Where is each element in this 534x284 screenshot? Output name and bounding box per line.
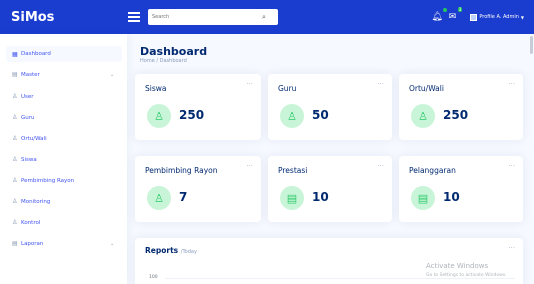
sidebar-item-kontrol[interactable]: ♙ Kontrol xyxy=(12,219,40,226)
scrollbar[interactable] xyxy=(530,36,533,54)
search-bar: ⌕ xyxy=(148,9,278,25)
card-title: Prestasi xyxy=(278,166,308,175)
profile-menu[interactable]: Profile A. Admin ▼ xyxy=(470,13,524,21)
sidebar-item-label: Siswa xyxy=(21,156,37,163)
search-input[interactable] xyxy=(152,14,262,20)
breadcrumb-separator: / xyxy=(156,58,159,64)
sidebar-item-ortu-wali[interactable]: ♙ Ortu/Wali xyxy=(12,135,47,142)
card-guru[interactable]: Guru ··· ♙ 50 xyxy=(268,74,392,140)
sidebar-item-user[interactable]: ♙ User xyxy=(12,93,34,100)
profile-name: Profile A. Admin xyxy=(479,14,519,20)
avatar xyxy=(470,13,478,21)
people-icon: ♙ xyxy=(147,186,171,210)
more-options-icon[interactable]: ··· xyxy=(508,244,515,252)
windows-activation-hint: Go to Settings to activate Windows. xyxy=(426,273,507,278)
card-value: 7 xyxy=(179,190,188,204)
main-content: Dashboard Home / Dashboard Siswa ··· ♙ 2… xyxy=(127,34,534,284)
sidebar-item-label: User xyxy=(21,93,34,100)
top-navbar: SiMos ⌕ 🔔︎ ✉3 Profile A. Admin ▼ xyxy=(0,0,534,34)
reports-subtitle: /Today xyxy=(180,249,197,255)
menu-toggle-icon[interactable] xyxy=(128,12,140,22)
card-ortu-wali[interactable]: Ortu/Wali ··· ♙ 250 xyxy=(399,74,523,140)
card-pelanggaran[interactable]: Pelanggaran ··· ▤ 10 xyxy=(399,156,523,222)
card-title: Pelanggaran xyxy=(409,166,456,175)
grid-icon: ▦ xyxy=(12,50,18,58)
document-icon: ▤ xyxy=(280,186,304,210)
card-prestasi[interactable]: Prestasi ··· ▤ 10 xyxy=(268,156,392,222)
sidebar-item-dashboard[interactable]: ▦ Dashboard xyxy=(6,46,122,62)
reports-title: Reports /Today xyxy=(145,246,197,255)
person-icon: ♙ xyxy=(12,93,18,100)
search-icon[interactable]: ⌕ xyxy=(262,13,266,22)
notification-dot xyxy=(442,8,447,12)
sidebar-item-label: Laporan xyxy=(21,240,44,247)
sidebar-item-label: Monitoring xyxy=(21,198,51,205)
more-options-icon[interactable]: ··· xyxy=(377,80,384,88)
menu-icon: ▤ xyxy=(12,240,18,247)
more-options-icon[interactable]: ··· xyxy=(508,162,515,170)
chevron-down-icon: ⌄ xyxy=(110,240,115,247)
person-icon: ♙ xyxy=(12,156,18,163)
sidebar-item-pembimbing-rayon[interactable]: ♙ Pembimbing Rayon xyxy=(12,177,74,184)
page-title: Dashboard xyxy=(140,45,208,58)
more-options-icon[interactable]: ··· xyxy=(377,162,384,170)
document-icon: ▤ xyxy=(411,186,435,210)
breadcrumb-current: Dashboard xyxy=(159,58,187,64)
sidebar-item-label: Master xyxy=(21,71,40,78)
people-icon: ♙ xyxy=(147,104,171,128)
more-options-icon[interactable]: ··· xyxy=(508,80,515,88)
chart-gridline xyxy=(165,278,515,279)
messages-icon[interactable]: ✉ 3 xyxy=(449,7,463,22)
messages-badge: 3 xyxy=(457,7,463,12)
card-title: Siswa xyxy=(145,84,167,93)
chart-y-tick: 100 xyxy=(149,275,158,280)
sidebar-item-label: Kontrol xyxy=(21,219,41,226)
person-icon: ♙ xyxy=(12,114,18,121)
card-title: Pembimbing Rayon xyxy=(145,166,218,175)
sidebar-item-master[interactable]: ▤ Master ⌄ xyxy=(12,71,114,78)
windows-activation-watermark: Activate Windows xyxy=(426,262,489,270)
notification-bell-icon[interactable]: 🔔︎ xyxy=(431,8,447,22)
breadcrumb-home[interactable]: Home xyxy=(140,58,155,64)
sidebar: ▦ Dashboard ▤ Master ⌄ ♙ User ♙ Guru ♙ O… xyxy=(0,34,127,284)
card-value: 10 xyxy=(443,190,460,204)
people-icon: ♙ xyxy=(411,104,435,128)
sidebar-item-label: Dashboard xyxy=(21,51,51,57)
card-title: Ortu/Wali xyxy=(409,84,444,93)
card-pembimbing-rayon[interactable]: Pembimbing Rayon ··· ♙ 7 xyxy=(135,156,261,222)
people-icon: ♙ xyxy=(280,104,304,128)
sidebar-item-guru[interactable]: ♙ Guru xyxy=(12,114,35,121)
person-icon: ♙ xyxy=(12,198,18,205)
sidebar-item-laporan[interactable]: ▤ Laporan ⌄ xyxy=(12,240,114,247)
person-icon: ♙ xyxy=(12,135,18,142)
card-title: Guru xyxy=(278,84,297,93)
sidebar-item-label: Pembimbing Rayon xyxy=(21,177,75,184)
card-value: 50 xyxy=(312,108,329,122)
chevron-down-icon: ⌄ xyxy=(110,71,115,78)
sidebar-item-monitoring[interactable]: ♙ Monitoring xyxy=(12,198,50,205)
breadcrumb: Home / Dashboard xyxy=(140,58,187,64)
card-siswa[interactable]: Siswa ··· ♙ 250 xyxy=(135,74,261,140)
brand-logo[interactable]: SiMos xyxy=(0,10,118,25)
card-value: 10 xyxy=(312,190,329,204)
card-value: 250 xyxy=(443,108,469,122)
sidebar-item-siswa[interactable]: ♙ Siswa xyxy=(12,156,37,163)
sidebar-item-label: Guru xyxy=(21,114,35,121)
more-options-icon[interactable]: ··· xyxy=(246,80,253,88)
card-value: 250 xyxy=(179,108,205,122)
person-icon: ♙ xyxy=(12,177,18,184)
person-icon: ♙ xyxy=(12,219,18,226)
more-options-icon[interactable]: ··· xyxy=(246,162,253,170)
reports-title-text: Reports xyxy=(145,246,179,255)
sidebar-item-label: Ortu/Wali xyxy=(21,135,47,142)
menu-icon: ▤ xyxy=(12,71,18,78)
chevron-down-icon: ▼ xyxy=(520,14,524,20)
header-actions: 🔔︎ ✉ 3 Profile A. Admin ▼ xyxy=(431,0,524,34)
